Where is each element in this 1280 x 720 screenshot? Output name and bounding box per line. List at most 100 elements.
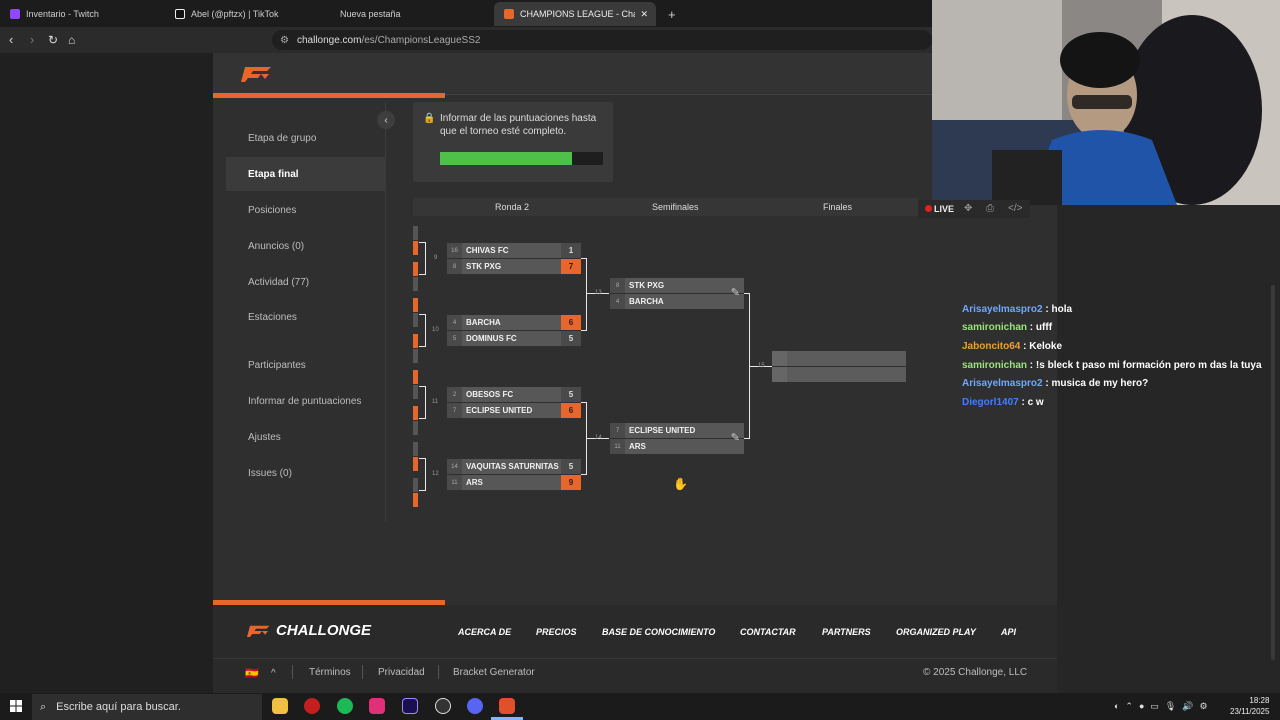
tiktok-app-icon[interactable] (369, 698, 385, 714)
divider (362, 665, 363, 679)
sidebar-item-issues[interactable]: Issues (0) (226, 456, 386, 490)
sidebar-item-stations[interactable]: Estaciones (226, 300, 386, 334)
spotify-icon[interactable] (337, 698, 353, 714)
sidebar-item-standings[interactable]: Posiciones (226, 193, 386, 227)
round-header: Ronda 2 Semifinales Finales (413, 198, 918, 216)
embed-code-icon[interactable]: </> (1008, 203, 1022, 214)
match-card[interactable]: 14 VAQUITAS SATURNITAS 5 11 ARS 9 (447, 459, 581, 491)
reload-icon[interactable]: ↻ (48, 33, 58, 47)
sidebar-item-final-stage[interactable]: Etapa final (226, 157, 386, 191)
match-participant: 4 BARCHA (610, 294, 744, 309)
footer-link-pricing[interactable]: PRECIOS (536, 627, 577, 637)
divider (438, 665, 439, 679)
taskbar-clock[interactable]: 18:28 23/11/2025 (1230, 695, 1269, 717)
score: 5 (561, 459, 581, 474)
match-number: 13 (595, 290, 602, 296)
footer-link-api[interactable]: API (1001, 627, 1016, 637)
brave-browser-icon[interactable] (499, 698, 515, 714)
windows-start-icon[interactable] (10, 700, 22, 712)
divider (292, 665, 293, 679)
scrollbar[interactable] (1271, 285, 1275, 660)
language-flag-icon[interactable]: 🇪🇸 (245, 667, 259, 680)
new-tab-button[interactable]: + (658, 2, 682, 26)
connector (425, 458, 426, 491)
print-icon[interactable]: ⎙ (986, 203, 994, 214)
hand-cursor-icon: ✋ (673, 477, 688, 491)
footer-link-terms[interactable]: Términos (309, 667, 351, 678)
match-card[interactable]: 4 BARCHA 6 5 DOMINUS FC 5 (447, 315, 581, 347)
footer-link-organized-play[interactable]: ORGANIZED PLAY (896, 627, 976, 637)
lock-icon: 🔒 (423, 113, 436, 124)
youtube-app-icon[interactable] (304, 698, 320, 714)
footer-link-partners[interactable]: PARTNERS (822, 627, 871, 637)
match-participant (772, 367, 906, 382)
premiere-icon[interactable] (402, 698, 418, 714)
language-caret-icon[interactable]: ^ (271, 668, 276, 679)
system-tray-icons[interactable]: ◐⌃●▭🎙🔊⚙ (1114, 701, 1214, 712)
webcam-image (932, 0, 1280, 205)
url-field[interactable]: ⚙ challonge.com/es/ChampionsLeagueSS2 (272, 30, 932, 50)
round-label-finals: Finales (823, 202, 853, 212)
discord-icon[interactable] (467, 698, 483, 714)
home-icon[interactable]: ⌂ (68, 33, 75, 47)
footer-link-about[interactable]: ACERCA DE (458, 627, 511, 637)
tab-twitch[interactable]: Inventario - Twitch (0, 2, 160, 26)
score: 5 (561, 331, 581, 346)
edit-score-icon[interactable]: ✎ (731, 286, 740, 299)
match-card[interactable]: 2 OBESOS FC 5 7 ECLIPSE UNITED 6 (447, 387, 581, 419)
connector (419, 346, 426, 347)
bracket-bar (413, 226, 418, 240)
sidebar-item-group-stage[interactable]: Etapa de grupo (226, 121, 386, 155)
match-card[interactable]: 8 STK PXG 4 BARCHA ✎ (610, 278, 744, 310)
footer-link-knowledge-base[interactable]: BASE DE CONOCIMIENTO (602, 627, 715, 637)
tab-new[interactable]: Nueva pestaña (330, 2, 490, 26)
site-info-icon[interactable]: ⚙ (280, 35, 289, 46)
round-label-semis: Semifinales (652, 202, 699, 212)
match-card[interactable]: 7 ECLIPSE UNITED 11 ARS ✎ (610, 423, 744, 455)
match-card[interactable]: 16 CHIVAS FC 1 8 STK PXG 7 (447, 243, 581, 275)
match-participant: 14 VAQUITAS SATURNITAS 5 (447, 459, 581, 474)
close-tab-icon[interactable]: ✕ (640, 9, 648, 20)
match-participant (772, 351, 906, 366)
match-participant: 16 CHIVAS FC 1 (447, 243, 581, 258)
bracket-bar (413, 349, 418, 363)
chat-message: samironichan : ufff (962, 322, 1053, 334)
back-icon[interactable]: ‹ (9, 33, 13, 47)
forward-icon[interactable]: › (30, 33, 34, 47)
live-dot-icon (925, 205, 932, 212)
bracket-bar (413, 406, 418, 420)
move-icon[interactable]: ✥ (964, 203, 972, 214)
tab-challonge[interactable]: CHAMPIONS LEAGUE - Challonge✕ (494, 2, 656, 26)
bracket-bar (413, 421, 418, 435)
copyright: © 2025 Challonge, LLC (923, 667, 1028, 678)
sidebar-item-activity[interactable]: Actividad (77) (226, 265, 386, 299)
tab-tiktok[interactable]: Abel (@pftzx) | TikTok (165, 2, 325, 26)
chat-message: Arisayelmaspro2 : musica de my hero? (962, 378, 1149, 390)
footer-link-bracket-generator[interactable]: Bracket Generator (453, 667, 535, 678)
match-number: 12 (432, 471, 439, 477)
bracket-bar (413, 493, 418, 507)
connector (419, 274, 426, 275)
final-match-card[interactable] (772, 351, 906, 383)
sidebar-item-announcements[interactable]: Anuncios (0) (226, 229, 386, 263)
edit-score-icon[interactable]: ✎ (731, 431, 740, 444)
taskbar-search-input[interactable]: ⌕ Escribe aquí para buscar. (32, 694, 262, 720)
chat-user: Arisayelmaspro2 (962, 378, 1043, 390)
footer-link-privacy[interactable]: Privacidad (378, 667, 425, 678)
sidebar-item-settings[interactable]: Ajustes (226, 420, 386, 454)
bracket-bar (413, 478, 418, 492)
challonge-logo-icon (247, 625, 270, 637)
bracket-bar (413, 442, 418, 456)
obs-icon[interactable] (435, 698, 451, 714)
match-participant: 11 ARS 9 (447, 475, 581, 490)
chat-user: samironichan (962, 359, 1028, 371)
file-explorer-icon[interactable] (272, 698, 288, 714)
chat-message: Diegorl1407 : c w (962, 396, 1044, 408)
sidebar-item-report-scores[interactable]: Informar de puntuaciones (226, 384, 386, 418)
sidebar-item-participants[interactable]: Participantes (226, 348, 386, 382)
challonge-logo-icon[interactable] (241, 65, 273, 83)
bracket-bar (413, 370, 418, 384)
footer-link-contact[interactable]: CONTACTAR (740, 627, 796, 637)
collapse-sidebar-button[interactable]: ‹ (377, 111, 395, 129)
footer-logo[interactable]: CHALLONGE (247, 622, 371, 639)
